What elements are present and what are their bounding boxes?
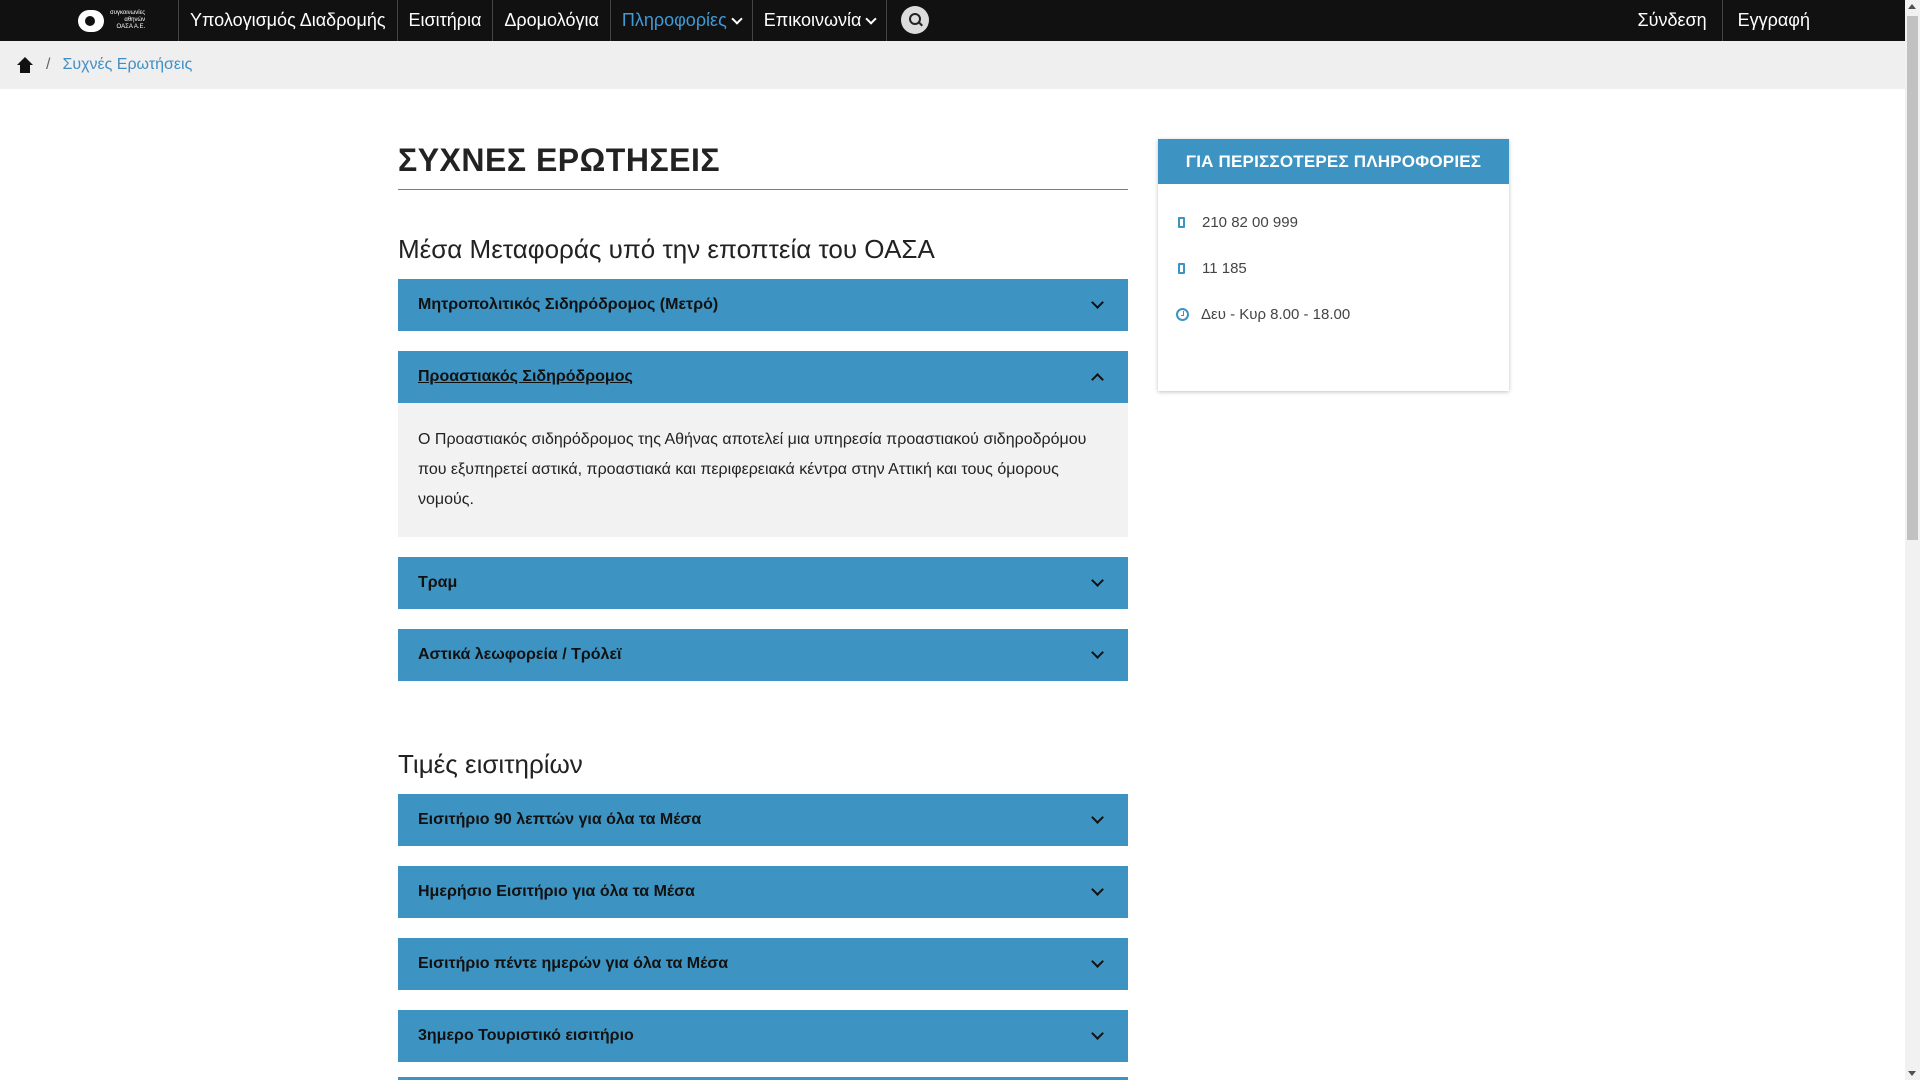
accordion-item-ticket-90min[interactable]: Εισιτήριο 90 λεπτών για όλα τα Μέσα (398, 794, 1128, 846)
logo-text-line: αθηνών (124, 17, 146, 23)
accordion-label: Ημερήσιο Εισιτήριο για όλα τα Μέσα (418, 883, 695, 900)
logo-text-line: ΟΑΣΑ Α.Ε. (116, 24, 146, 30)
accordion-body: Ο Προαστιακός σιδηρόδρομος της Αθήνας απ… (398, 403, 1128, 537)
nav-item-tickets[interactable]: Εισιτήρια (398, 0, 493, 41)
chevron-down-icon (731, 12, 743, 25)
logo-text: συγκοινωνίες αθηνών ΟΑΣΑ Α.Ε. (110, 10, 145, 31)
home-icon[interactable] (16, 57, 34, 73)
nav-item-label: Επικοινωνία (763, 10, 862, 30)
sidebar-title: ΓΙΑ ΠΕΡΙΣΣΟΤΕΡΕΣ ΠΛΗΡΟΦΟΡΙΕΣ (1158, 139, 1509, 184)
nav-item-label: Υπολογισμός Διαδρομής (190, 10, 386, 30)
nav-account-links: Σύνδεση Εγγραφή (1623, 0, 1825, 41)
accordion-label: Εισιτήριο πέντε ημερών για όλα τα Μέσα (418, 955, 729, 972)
contact-phone[interactable]: 210 82 00 999 (1202, 214, 1298, 231)
chevron-down-icon (1091, 296, 1104, 309)
chevron-down-icon (1091, 1027, 1104, 1040)
contact-phone[interactable]: 11 185 (1202, 260, 1247, 277)
accordion-item-five-day-ticket[interactable]: Εισιτήριο πέντε ημερών για όλα τα Μέσα (398, 938, 1128, 990)
accordion-item-tram[interactable]: Τραμ (398, 557, 1128, 609)
nav-item-information[interactable]: Πληροφορίες (611, 0, 752, 41)
phone-icon (1178, 216, 1185, 228)
nav-item-label: Πληροφορίες (621, 10, 727, 30)
phone-icon (1178, 262, 1185, 274)
page-title: ΣΥΧΝΕΣ ΕΡΩΤΗΣΕΙΣ (398, 142, 1128, 190)
nav-item-label: Εισιτήρια (408, 10, 482, 30)
nav-item-route-planner[interactable]: Υπολογισμός Διαδρομής (179, 0, 397, 41)
accordion-item-metro[interactable]: Μητροπολιτικός Σιδηρόδρομος (Μετρό) (398, 279, 1128, 331)
login-label: Σύνδεση (1637, 10, 1707, 30)
nav-item-contact[interactable]: Επικοινωνία (753, 0, 887, 41)
accordion-label: Μητροπολιτικός Σιδηρόδρομος (Μετρό) (418, 296, 719, 313)
breadcrumb-current[interactable]: Συχνές Ερωτήσεις (62, 56, 192, 74)
chevron-down-icon (865, 12, 878, 25)
register-link[interactable]: Εγγραφή (1723, 0, 1825, 41)
info-sidebar: ΓΙΑ ΠΕΡΙΣΣΟΤΕΡΕΣ ΠΛΗΡΟΦΟΡΙΕΣ 210 82 00 9… (1158, 139, 1509, 391)
contact-phone-row: 210 82 00 999 (1158, 199, 1509, 245)
accordion-label: 3ημερο Τουριστικό εισιτήριο (418, 1027, 634, 1044)
contact-hours-row: Δευ - Κυρ 8.00 - 18.00 (1158, 291, 1509, 337)
section-title: Μέσα Μεταφοράς υπό την εποπτεία του ΟΑΣΑ (398, 234, 935, 264)
accordion-item-buses[interactable]: Αστικά λεωφορεία / Τρόλεϊ (398, 629, 1128, 681)
accordion-item-suburban-railway[interactable]: Προαστιακός Σιδηρόδρομος (398, 351, 1128, 403)
nav-item-label: Δρομολόγια (504, 10, 599, 30)
contact-phone-row: 11 185 (1158, 245, 1509, 291)
oasa-logo-mark (78, 9, 104, 32)
accordion-label: Εισιτήριο 90 λεπτών για όλα τα Μέσα (418, 811, 702, 828)
chevron-down-icon (1091, 883, 1104, 896)
breadcrumb-separator: / (46, 56, 51, 73)
scrollbar-thumb[interactable] (1907, 16, 1918, 540)
oasa-logo[interactable]: συγκοινωνίες αθηνών ΟΑΣΑ Α.Ε. (78, 0, 178, 41)
scroll-down-arrow-icon[interactable] (1908, 1071, 1916, 1076)
section-title: Τιμές εισιτηρίων (398, 749, 583, 779)
logo-text-line: συγκοινωνίες (110, 10, 146, 16)
chevron-down-icon (1091, 646, 1104, 659)
chevron-down-icon (1091, 811, 1104, 824)
sidebar-body: 210 82 00 999 11 185 Δευ - Κυρ 8.00 - 18… (1158, 184, 1509, 337)
register-label: Εγγραφή (1737, 10, 1810, 30)
main-content: ΣΥΧΝΕΣ ΕΡΩΤΗΣΕΙΣ Μέσα Μεταφοράς υπό την … (398, 138, 1128, 1082)
accordion-label: Προαστιακός Σιδηρόδρομος (418, 368, 633, 385)
chevron-down-icon (1091, 955, 1104, 968)
scroll-up-arrow-icon[interactable] (1908, 4, 1916, 9)
top-navbar: συγκοινωνίες αθηνών ΟΑΣΑ Α.Ε. Υπολογισμό… (0, 0, 1905, 41)
nav-divider (886, 0, 888, 41)
login-link[interactable]: Σύνδεση (1623, 0, 1722, 41)
contact-hours: Δευ - Κυρ 8.00 - 18.00 (1201, 305, 1351, 323)
accordion-label: Τραμ (418, 574, 458, 591)
breadcrumb: / Συχνές Ερωτήσεις (0, 41, 1905, 89)
clock-icon (1176, 307, 1189, 321)
accordion-label: Αστικά λεωφορεία / Τρόλεϊ (418, 646, 622, 663)
search-icon[interactable] (901, 6, 930, 34)
accordion-item-daily-ticket[interactable]: Ημερήσιο Εισιτήριο για όλα τα Μέσα (398, 866, 1128, 918)
page-scrollbar[interactable] (1905, 0, 1920, 1080)
accordion-item-tourist-ticket[interactable]: 3ημερο Τουριστικό εισιτήριο (398, 1010, 1128, 1062)
nav-item-schedules[interactable]: Δρομολόγια (493, 0, 609, 41)
chevron-up-icon (1091, 372, 1104, 386)
chevron-down-icon (1091, 574, 1104, 587)
